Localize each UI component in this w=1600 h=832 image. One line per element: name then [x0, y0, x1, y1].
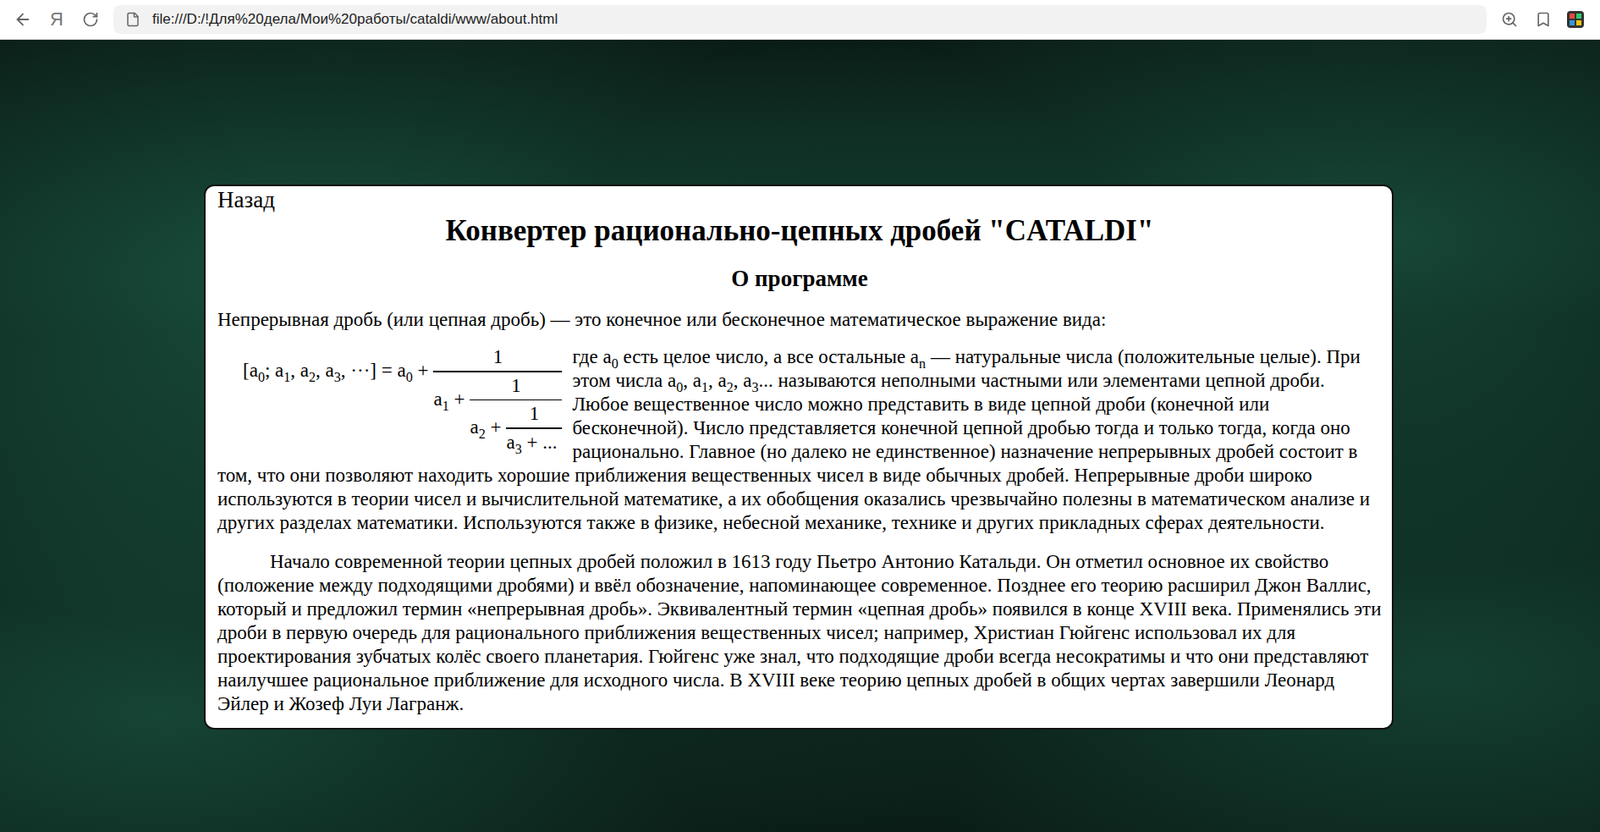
fraction: 1a1 +1a2 +1a3 + ...	[433, 345, 562, 455]
fraction-numerator: 1	[505, 401, 562, 428]
history-paragraph: Начало современной теории цепных дробей …	[217, 549, 1382, 716]
back-link[interactable]: Назад	[217, 186, 275, 214]
browser-toolbar: Яfile:///D:/!Для%20дела/Мои%20работы/cat…	[0, 0, 1600, 40]
browser-logo[interactable]: Я	[45, 8, 68, 31]
zoom-icon[interactable]	[1498, 8, 1521, 31]
fraction-numerator: 1	[469, 373, 562, 400]
reload-icon[interactable]	[79, 8, 102, 31]
intro-paragraph: Непрерывная дробь (или цепная дробь) — э…	[217, 307, 1382, 332]
address-bar[interactable]: file:///D:/!Для%20дела/Мои%20работы/cata…	[113, 5, 1487, 34]
continued-fraction-formula: [a0; a1, a2, a3, ···] = a0 +1a1 +1a2 +1a…	[242, 345, 562, 455]
fraction-numerator: 1	[433, 345, 562, 371]
fraction-bar	[469, 399, 562, 402]
page-title: Конвертер рационально-цепных дробей "CAT…	[217, 213, 1382, 249]
back-arrow-icon[interactable]	[11, 8, 34, 31]
browser-window: Яfile:///D:/!Для%20дела/Мои%20работы/cat…	[0, 0, 1600, 832]
fraction-denominator: a3 + ...	[505, 428, 562, 455]
fraction-bar	[505, 427, 562, 429]
fraction-denominator: a1 +1a2 +1a3 + ...	[433, 372, 562, 455]
content-card: НазадКонвертер рационально-цепных дробей…	[203, 184, 1394, 730]
address-text[interactable]: file:///D:/!Для%20дела/Мои%20работы/cata…	[152, 10, 558, 28]
extension-icon[interactable]	[1566, 10, 1585, 29]
page-subtitle: О программе	[217, 263, 1382, 293]
file-icon	[121, 8, 144, 31]
fraction: 1a2 +1a3 + ...	[469, 373, 562, 455]
formula-lhs: [a0; a1, a2, a3, ···] = a0 +	[242, 345, 434, 383]
fraction-bar	[433, 370, 562, 373]
fraction-denominator: a2 +1a3 + ...	[469, 400, 562, 455]
background-image: НазадКонвертер рационально-цепных дробей…	[0, 39, 1600, 832]
fraction: 1a3 + ...	[505, 401, 562, 455]
bookmark-icon[interactable]	[1532, 8, 1555, 31]
